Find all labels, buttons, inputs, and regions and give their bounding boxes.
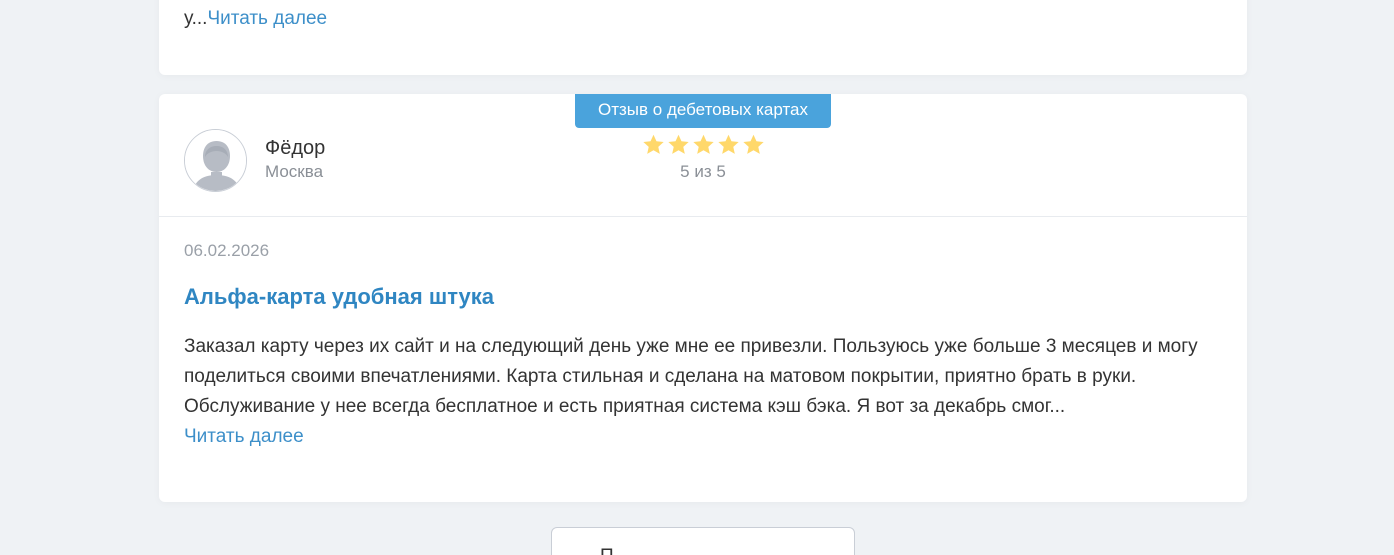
review-category-tag[interactable]: Отзыв о дебетовых картах — [575, 94, 831, 128]
star-icon — [742, 134, 764, 154]
previous-review-text-tail: у... — [184, 8, 208, 29]
review-title-link[interactable]: Альфа-карта удобная штука — [184, 283, 494, 311]
review-body: Заказал карту через их сайт и на следующ… — [184, 336, 1198, 417]
rating-text: 5 из 5 — [680, 162, 726, 181]
read-more-link[interactable]: Читать далее — [184, 422, 304, 452]
star-icon — [667, 134, 689, 154]
more-reviews-button[interactable]: П — [551, 527, 855, 555]
rating-stars — [633, 134, 773, 156]
reviews-page: у...Читать далее Отзыв о дебетовых карта… — [0, 0, 1394, 555]
review-date: 06.02.2026 — [184, 241, 270, 260]
user-silhouette-icon — [184, 129, 247, 192]
star-icon — [692, 134, 714, 154]
author-name: Фёдор — [265, 137, 326, 159]
review-card: Отзыв о дебетовых картах Фёдор Москва 5 … — [159, 94, 1247, 502]
rating: 5 из 5 — [633, 134, 773, 183]
previous-review-card: у...Читать далее — [159, 0, 1247, 75]
previous-review-text: у...Читать далее — [184, 7, 327, 31]
more-reviews-button-label: П — [600, 546, 614, 555]
divider — [159, 216, 1247, 217]
previous-review-read-more-link[interactable]: Читать далее — [207, 8, 327, 29]
author-city: Москва — [265, 162, 324, 181]
star-icon — [717, 134, 739, 154]
star-icon — [642, 134, 664, 154]
